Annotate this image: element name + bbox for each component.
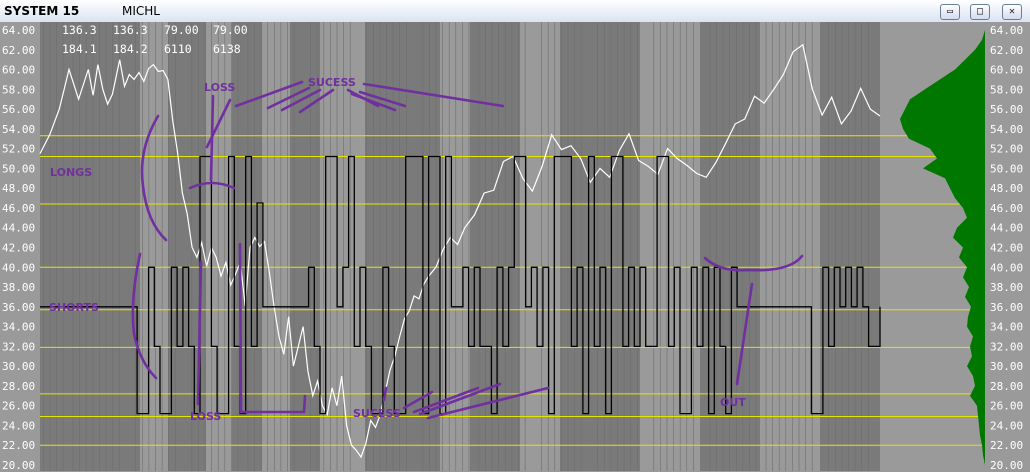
readout-8: 6138 [213, 42, 241, 56]
y-tick-right: 42.00 [990, 242, 1023, 255]
y-tick-left: 28.00 [2, 380, 35, 393]
y-tick-left: 46.00 [2, 202, 35, 215]
y-tick-left: 56.00 [2, 103, 35, 116]
label-loss-bottom: LOSS [190, 410, 221, 423]
shade-band [470, 22, 520, 471]
y-tick-right: 34.00 [990, 321, 1023, 334]
y-tick-right: 64.00 [990, 24, 1023, 37]
y-tick-right: 32.00 [990, 340, 1023, 353]
y-tick-right: 30.00 [990, 360, 1023, 373]
symbol-label: MICHL [122, 4, 160, 18]
y-tick-left: 24.00 [2, 419, 35, 432]
title-bar: SYSTEM 15 MICHL ▭ □ ✕ [0, 0, 1030, 23]
label-out: OUT [720, 396, 746, 409]
readout-3: 79.00 [164, 23, 199, 37]
y-tick-left: 36.00 [2, 301, 35, 314]
y-tick-right: 52.00 [990, 143, 1023, 156]
y-tick-right: 22.00 [990, 439, 1023, 452]
y-tick-left: 44.00 [2, 222, 35, 235]
y-tick-right: 62.00 [990, 44, 1023, 57]
y-tick-right: 54.00 [990, 123, 1023, 136]
readout-1: 136.3 [62, 23, 97, 37]
y-tick-right: 60.00 [990, 64, 1023, 77]
y-tick-right: 50.00 [990, 162, 1023, 175]
readout-6: 184.2 [113, 42, 148, 56]
y-tick-left: 32.00 [2, 340, 35, 353]
y-tick-right: 58.00 [990, 83, 1023, 96]
y-axis-right: 64.00 62.00 60.00 58.00 56.00 54.00 52.00 50.00… [990, 24, 1023, 472]
label-success-top: SUCESS [308, 76, 356, 89]
y-tick-right: 46.00 [990, 202, 1023, 215]
readout-7: 6110 [164, 42, 192, 56]
y-tick-left: 22.00 [2, 439, 35, 452]
label-loss-top: LOSS [204, 81, 235, 94]
y-tick-right: 20.00 [990, 459, 1023, 472]
y-tick-left: 42.00 [2, 242, 35, 255]
minimize-button[interactable]: ▭ [940, 4, 960, 20]
y-tick-right: 40.00 [990, 261, 1023, 274]
y-tick-left: 26.00 [2, 400, 35, 413]
maximize-button[interactable]: □ [970, 4, 990, 20]
label-longs: LONGS [50, 166, 92, 179]
y-tick-right: 38.00 [990, 281, 1023, 294]
readout-2: 136.3 [113, 23, 148, 37]
y-tick-left: 52.00 [2, 143, 35, 156]
y-tick-right: 36.00 [990, 301, 1023, 314]
y-tick-right: 28.00 [990, 380, 1023, 393]
shade-band [40, 22, 140, 471]
y-tick-left: 60.00 [2, 64, 35, 77]
label-success-bottom: SUCESS [353, 407, 401, 420]
y-tick-left: 64.00 [2, 24, 35, 37]
y-tick-left: 20.00 [2, 459, 35, 472]
y-tick-left: 58.00 [2, 83, 35, 96]
y-tick-right: 56.00 [990, 103, 1023, 116]
readout-4: 79.00 [213, 23, 248, 37]
y-tick-right: 44.00 [990, 222, 1023, 235]
price-chart: 64.00 62.00 60.00 58.00 56.00 54.00 52.00 50.00… [0, 22, 1030, 472]
y-tick-left: 50.00 [2, 162, 35, 175]
y-tick-right: 24.00 [990, 419, 1023, 432]
y-tick-left: 54.00 [2, 123, 35, 136]
y-tick-left: 30.00 [2, 360, 35, 373]
y-tick-left: 40.00 [2, 261, 35, 274]
y-tick-left: 48.00 [2, 182, 35, 195]
chart-window: SYSTEM 15 MICHL ▭ □ ✕ 64.00 62.00 60.00 58.… [0, 0, 1030, 472]
y-tick-right: 48.00 [990, 182, 1023, 195]
close-button[interactable]: ✕ [1002, 4, 1022, 20]
y-tick-left: 62.00 [2, 44, 35, 57]
y-axis-left: 64.00 62.00 60.00 58.00 56.00 54.00 52.00 50.00… [2, 24, 35, 472]
readout-5: 184.1 [62, 42, 97, 56]
label-shorts: SHORTS [49, 301, 99, 314]
y-tick-right: 26.00 [990, 400, 1023, 413]
y-tick-left: 38.00 [2, 281, 35, 294]
window-title: SYSTEM 15 [4, 4, 80, 18]
y-tick-left: 34.00 [2, 321, 35, 334]
